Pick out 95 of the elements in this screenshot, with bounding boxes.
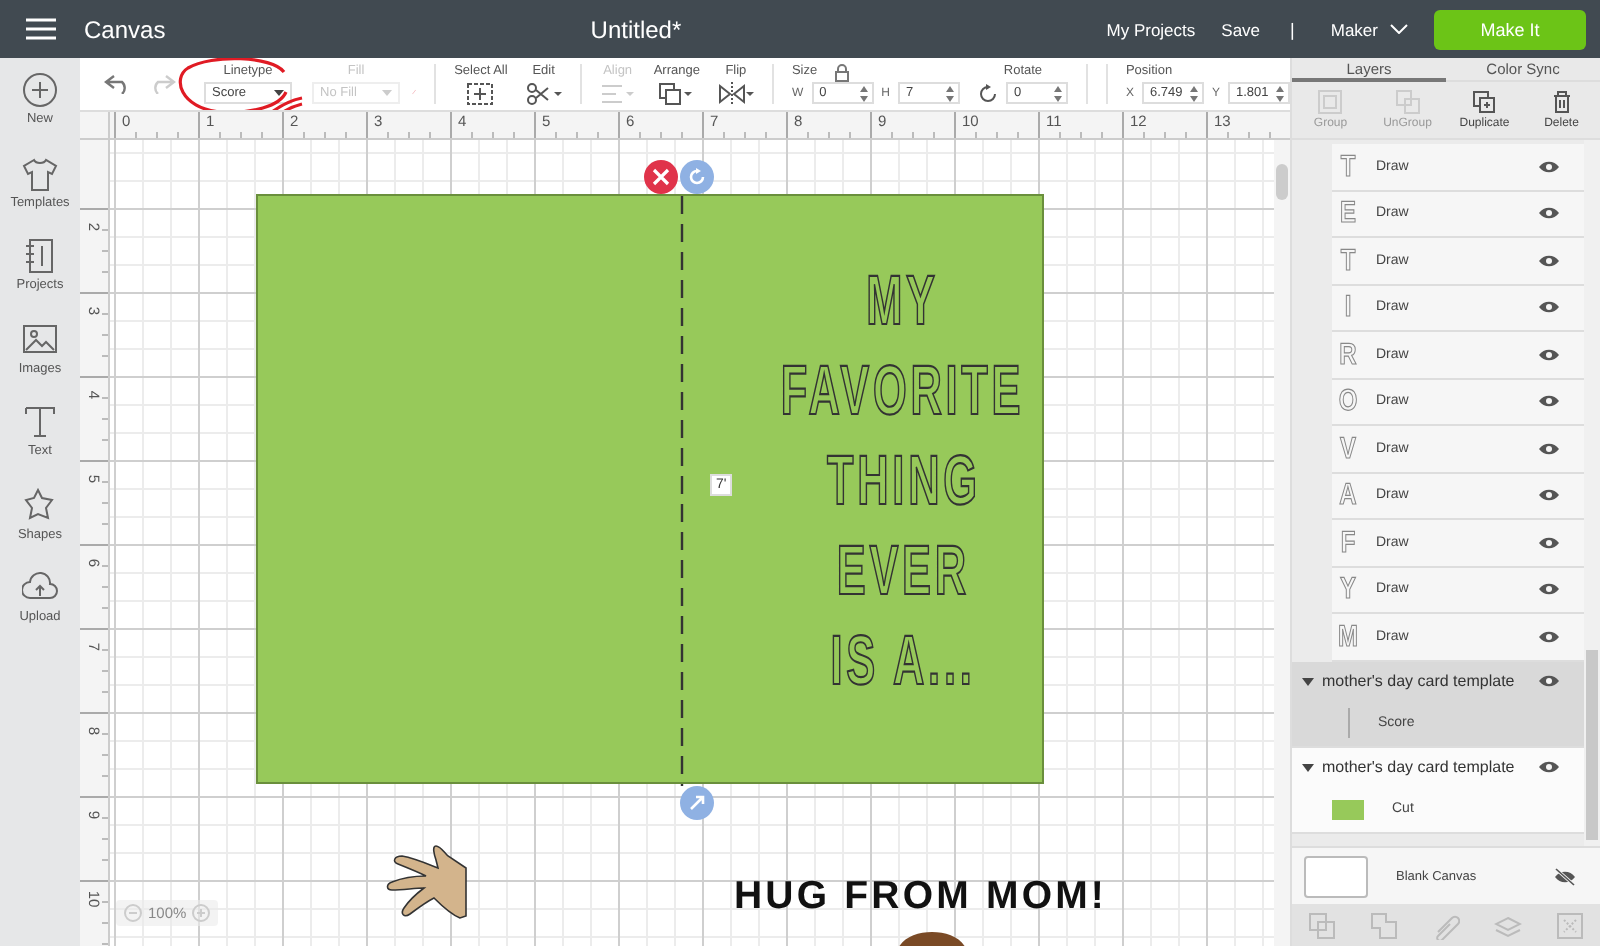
- eye-icon[interactable]: [1538, 159, 1560, 174]
- caret-icon: [382, 90, 392, 96]
- stepper-icon[interactable]: [859, 85, 868, 101]
- align-icon: [599, 81, 636, 105]
- layer-thumbnail: F: [1338, 525, 1358, 560]
- group-icon: [1318, 90, 1343, 114]
- layer-thumbnail: O: [1336, 384, 1360, 419]
- select-all-icon: [466, 81, 495, 105]
- eye-hidden-icon[interactable]: [1554, 867, 1576, 885]
- eye-icon[interactable]: [1538, 582, 1560, 597]
- ungroup-icon: [1395, 90, 1420, 114]
- layer-thumbnail: M: [1336, 619, 1360, 654]
- eye-icon[interactable]: [1538, 253, 1560, 268]
- app-title: Canvas: [84, 15, 166, 43]
- layer-thumbnail: T: [1338, 243, 1358, 278]
- score-line-icon: [1348, 708, 1350, 738]
- nav-link[interactable]: My Projects: [1106, 19, 1196, 39]
- machine-dropdown[interactable]: Maker: [1330, 19, 1408, 39]
- undo-arrow-icon: [104, 74, 132, 94]
- layer-group-row[interactable]: mother's day card template: [1292, 747, 1584, 787]
- resize-arrow-icon: [688, 794, 706, 812]
- image-icon: [21, 321, 58, 357]
- card-text-line: MY: [866, 260, 940, 344]
- layer-thumbnail: E: [1337, 196, 1358, 231]
- caption-text: HUG FROM MOM!: [734, 874, 1108, 920]
- stepper-icon[interactable]: [1053, 85, 1062, 101]
- scrollbar-thumb[interactable]: [1276, 164, 1288, 200]
- duplicate-icon: [1472, 90, 1497, 114]
- eye-icon[interactable]: [1538, 394, 1560, 409]
- notebook-icon: [21, 238, 58, 274]
- layer-thumbnail: A: [1337, 478, 1359, 513]
- redo-arrow-icon: [148, 74, 176, 94]
- eye-icon[interactable]: [1538, 760, 1560, 774]
- layer-thumbnail: V: [1337, 431, 1359, 466]
- eye-icon[interactable]: [1538, 674, 1560, 688]
- scale-handle[interactable]: [680, 786, 714, 820]
- eye-icon[interactable]: [1538, 206, 1560, 221]
- menu-icon[interactable]: [26, 18, 56, 40]
- close-icon: [652, 168, 670, 186]
- layer-thumbnail: T: [1338, 149, 1358, 184]
- caret-down-icon[interactable]: [1302, 761, 1314, 773]
- rotate-icon: [977, 83, 998, 103]
- contour-icon: [1555, 911, 1584, 939]
- caret-down-icon[interactable]: [1302, 675, 1314, 687]
- layer-name: mother's day card template: [1322, 672, 1517, 690]
- stepper-icon[interactable]: [945, 85, 954, 101]
- paperclip-button[interactable]: [1431, 911, 1460, 939]
- card-text-line: IS A...: [830, 620, 976, 704]
- scrollbar-thumb[interactable]: [1586, 650, 1598, 840]
- scrollbar[interactable]: [1274, 140, 1290, 946]
- letter-t-icon: [22, 404, 58, 440]
- scissors-button[interactable]: [525, 81, 562, 105]
- document-title: Untitled*: [588, 15, 684, 43]
- plus-circle-icon: [22, 72, 58, 108]
- arrange-button[interactable]: [658, 81, 695, 105]
- lock-icon[interactable]: [834, 64, 850, 82]
- nav-link[interactable]: Save: [1221, 19, 1261, 39]
- chevron-down-icon: [1390, 24, 1408, 34]
- layer-thumbnail: R: [1337, 337, 1359, 372]
- shirt-icon: [22, 155, 58, 191]
- separator: |: [1290, 19, 1295, 39]
- select-all-button[interactable]: [466, 81, 495, 105]
- eye-icon[interactable]: [1538, 535, 1560, 550]
- card-text-line: THING: [826, 440, 980, 524]
- flip-button[interactable]: [717, 81, 754, 105]
- flip-icon: [717, 81, 754, 105]
- layer-group-row[interactable]: mother's day card template: [1292, 661, 1584, 701]
- caret-icon: [274, 90, 284, 96]
- delete-handle[interactable]: [644, 160, 678, 194]
- card-text-line: EVER: [836, 530, 970, 614]
- paperclip-icon: [1431, 911, 1460, 939]
- canvas-thumbnail: [1304, 855, 1368, 897]
- slice-icon: [1308, 911, 1337, 939]
- layer-name: mother's day card template: [1322, 758, 1517, 776]
- scrollbar[interactable]: [1584, 140, 1600, 846]
- eye-icon[interactable]: [1538, 441, 1560, 456]
- eye-icon[interactable]: [1538, 488, 1560, 503]
- minus-icon: [124, 904, 142, 922]
- weld-icon: [1370, 911, 1399, 939]
- plus-icon: [192, 904, 211, 922]
- rotate-icon: [688, 168, 706, 186]
- layers-icon: [1493, 911, 1522, 939]
- layer-thumbnail: I: [1342, 290, 1354, 325]
- stepper-icon[interactable]: [1189, 85, 1198, 101]
- rotate-handle[interactable]: [680, 160, 714, 194]
- arrange-icon: [658, 81, 695, 105]
- eye-icon[interactable]: [1538, 629, 1560, 644]
- trash-icon: [1549, 90, 1574, 114]
- stepper-icon[interactable]: [1276, 85, 1284, 101]
- eye-icon[interactable]: [1538, 300, 1560, 315]
- shapes-icon: [21, 487, 58, 523]
- layer-thumbnail: Y: [1337, 572, 1358, 607]
- eye-icon[interactable]: [1538, 347, 1560, 362]
- scissors-icon: [525, 81, 562, 105]
- card-text-line: FAVORITE: [781, 350, 1025, 434]
